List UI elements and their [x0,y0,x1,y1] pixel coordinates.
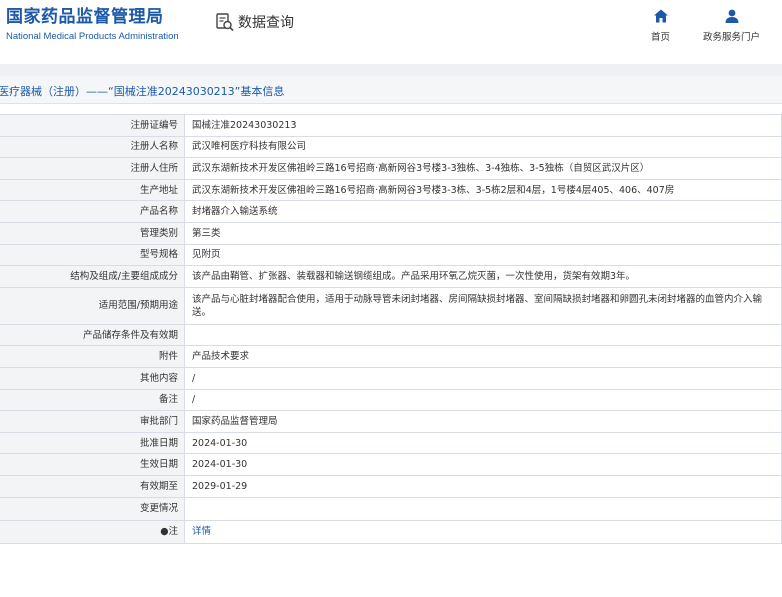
field-value [184,323,782,347]
field-value: 武汉东湖新技术开发区佛祖岭三路16号招商·高新网谷3号楼3-3独栋、3-4独栋、… [184,157,782,180]
field-value: 2024-01-30 [184,431,782,455]
site-logo[interactable]: 国家药品监督管理局 National Medical Products Admi… [6,6,179,44]
data-query-link[interactable]: 数据查询 [215,12,294,32]
table-row: 批准日期 2024-01-30 [0,431,782,455]
table-row: 注册证编号 国械注准20243030213 [0,114,782,137]
field-label: 生产地址 [0,178,185,202]
field-value: / [184,366,782,390]
table-row: 产品名称 封堵器介入输送系统 [0,200,782,223]
table-row: 有效期至 2029-01-29 [0,474,782,498]
table-row: 型号规格 见附页 [0,243,782,267]
field-value: 该产品与心脏封堵器配合使用，适用于动脉导管未闭封堵器、房间隔缺损封堵器、室间隔缺… [184,286,782,325]
field-label: 其他内容 [0,366,185,390]
field-value: 2029-01-29 [184,474,782,498]
field-value: 武汉唯柯医疗科技有限公司 [184,135,782,159]
field-label: 附件 [0,345,185,368]
table-row: 变更情况 [0,496,782,521]
field-label: 审批部门 [0,410,185,433]
field-label: 批准日期 [0,431,185,455]
header-divider-band [0,64,782,76]
table-row: 审批部门 国家药品监督管理局 [0,410,782,433]
brand-name-cn: 国家药品监督管理局 [6,7,164,27]
field-label: 适用范围/预期用途 [0,286,185,325]
field-value: 2024-01-30 [184,453,782,476]
brand-name-en: National Medical Products Administration [6,31,179,42]
field-label: 备注 [0,388,185,412]
breadcrumb-bar: 医疗器械（注册）——“国械注准20243030213”基本信息 [0,76,782,104]
table-row: 结构及组成/主要组成成分 该产品由鞘管、扩张器、装载器和输送钢缆组成。产品采用环氧… [0,265,782,288]
table-row: 注册人住所 武汉东湖新技术开发区佛祖岭三路16号招商·高新网谷3号楼3-3独栋、3… [0,157,782,180]
field-label: 有效期至 [0,474,185,498]
field-label: 注册人名称 [0,135,185,159]
field-label: 产品名称 [0,200,185,223]
field-label: 产品储存条件及有效期 [0,323,185,347]
field-value: 产品技术要求 [184,345,782,368]
nav-home[interactable]: 首页 [651,8,670,43]
registration-info-table: 注册证编号 国械注准20243030213 注册人名称 武汉唯柯医疗科技有限公司 注册人… [0,114,782,545]
field-label: 注册证编号 [0,114,185,137]
table-row: 生产地址 武汉东湖新技术开发区佛祖岭三路16号招商·高新网谷3号楼3-3栋、3-5… [0,178,782,202]
table-row: 管理类别 第三类 [0,221,782,245]
table-row: 附件 产品技术要求 [0,345,782,368]
field-label: 结构及组成/主要组成成分 [0,265,185,288]
home-icon [653,9,668,23]
field-value: 见附页 [184,243,782,267]
field-value: 封堵器介入输送系统 [184,200,782,223]
details-link[interactable]: 详情 [184,519,782,545]
field-label: ●注 [0,519,185,545]
table-row: 适用范围/预期用途 该产品与心脏封堵器配合使用，适用于动脉导管未闭封堵器、房间隔缺… [0,286,782,325]
table-row: 生效日期 2024-01-30 [0,453,782,476]
field-label: 管理类别 [0,221,185,245]
nav-gov-portal-label: 政务服务门户 [703,32,761,43]
site-header: 国家药品监督管理局 National Medical Products Admi… [0,0,782,48]
nav-gov-portal[interactable]: 政务服务门户 [703,8,760,43]
data-query-label: 数据查询 [238,15,294,31]
breadcrumb: 医疗器械（注册）——“国械注准20243030213”基本信息 [0,85,285,98]
field-value: 武汉东湖新技术开发区佛祖岭三路16号招商·高新网谷3号楼3-3栋、3-5栋2层和… [184,178,782,202]
table-row: ●注 详情 [0,519,782,545]
field-value: 国械注准20243030213 [184,114,782,137]
field-value [184,496,782,521]
field-value: / [184,388,782,412]
field-value: 国家药品监督管理局 [184,410,782,433]
field-value: 该产品由鞘管、扩张器、装载器和输送钢缆组成。产品采用环氧乙烷灭菌，一次性使用，货… [184,265,782,288]
field-label: 型号规格 [0,243,185,267]
data-query-icon [216,13,234,32]
table-row: 产品储存条件及有效期 [0,323,782,347]
field-label: 生效日期 [0,453,185,476]
table-row: 其他内容 / [0,366,782,390]
table-row: 注册人名称 武汉唯柯医疗科技有限公司 [0,135,782,159]
field-value: 第三类 [184,221,782,245]
nav-home-label: 首页 [651,32,671,43]
table-row: 备注 / [0,388,782,412]
field-label: 注册人住所 [0,157,185,180]
field-label: 变更情况 [0,496,185,521]
user-icon [725,9,738,23]
